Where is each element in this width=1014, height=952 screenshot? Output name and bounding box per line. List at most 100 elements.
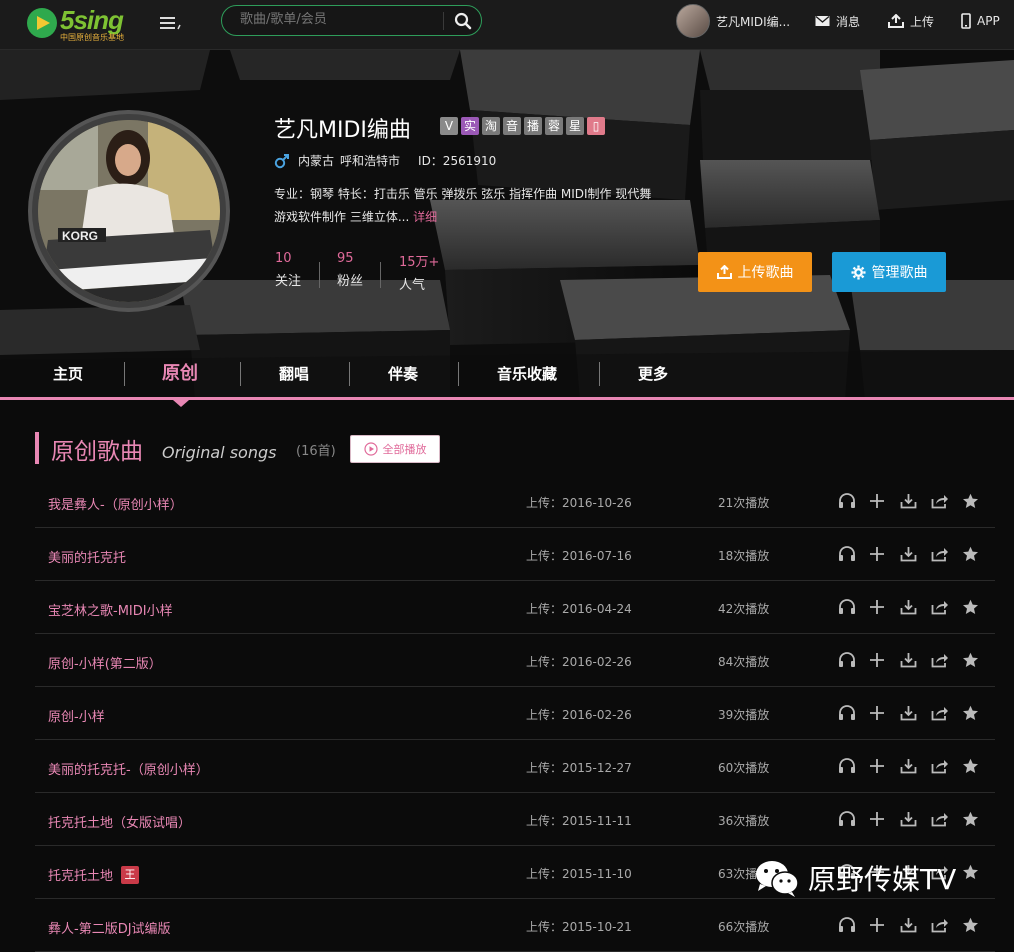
song-title-link[interactable]: 彝人-第二版DJ试编版: [48, 918, 171, 937]
song-tag: 王: [121, 865, 140, 884]
song-title-link[interactable]: 美丽的托克托-（原创小样）: [48, 759, 209, 778]
search-button[interactable]: [453, 11, 473, 31]
badge-mobile[interactable]: ▯: [587, 117, 605, 135]
tab-original[interactable]: 原创: [162, 362, 198, 400]
play-all-button[interactable]: 全部播放: [350, 435, 440, 463]
site-logo[interactable]: 5sing 中国原创音乐基地: [26, 5, 138, 42]
badge-star[interactable]: 星: [566, 117, 584, 135]
search-input[interactable]: [240, 12, 430, 27]
download-icon[interactable]: [900, 809, 931, 829]
star-icon[interactable]: [962, 809, 993, 829]
plus-icon[interactable]: [869, 703, 900, 723]
star-icon[interactable]: [962, 703, 993, 723]
share-icon[interactable]: [931, 597, 962, 617]
tab-cover[interactable]: 翻唱: [279, 362, 309, 400]
stat-fans[interactable]: 95 粉丝: [337, 251, 397, 289]
song-title-link[interactable]: 我是彝人-（原创小样）: [48, 494, 183, 513]
download-icon[interactable]: [900, 703, 931, 723]
headphones-icon[interactable]: [838, 544, 869, 564]
male-icon: [274, 153, 289, 168]
plus-icon[interactable]: [869, 491, 900, 511]
download-icon[interactable]: [900, 544, 931, 564]
song-title-link[interactable]: 美丽的托克托: [48, 547, 126, 566]
share-icon[interactable]: [931, 650, 962, 670]
badge-tao[interactable]: 淘: [482, 117, 500, 135]
profile-tabs: 主页 原创 翻唱 伴奏 音乐收藏 更多: [0, 362, 1014, 400]
star-icon[interactable]: [962, 756, 993, 776]
section-title: 原创歌曲: [51, 439, 143, 465]
song-title-link[interactable]: 托克托土地王: [48, 865, 140, 884]
popularity-label: 人气: [399, 278, 426, 293]
star-icon[interactable]: [962, 862, 993, 882]
share-icon[interactable]: [931, 491, 962, 511]
plus-icon[interactable]: [869, 650, 900, 670]
badge-rong[interactable]: 蓉: [545, 117, 563, 135]
badge-vip[interactable]: V: [440, 117, 458, 135]
logo-subtitle: 中国原创音乐基地: [60, 33, 124, 42]
song-upload-date: 上传：2015-10-21: [526, 920, 632, 934]
tab-home[interactable]: 主页: [53, 362, 83, 400]
song-title: 美丽的托克托-（原创小样）: [48, 763, 209, 778]
star-icon[interactable]: [962, 544, 993, 564]
headphones-icon[interactable]: [838, 491, 869, 511]
user-menu[interactable]: 艺凡MIDI编...: [676, 0, 790, 42]
plus-icon[interactable]: [869, 597, 900, 617]
song-title: 美丽的托克托: [48, 551, 127, 566]
headphones-icon[interactable]: [838, 809, 869, 829]
bio-more-link[interactable]: 详细: [413, 210, 437, 224]
tab-underline: [0, 397, 1014, 400]
star-icon[interactable]: [962, 491, 993, 511]
tab-accompaniment[interactable]: 伴奏: [388, 362, 418, 400]
star-icon[interactable]: [962, 597, 993, 617]
badge-music[interactable]: 音: [503, 117, 521, 135]
plus-icon[interactable]: [869, 544, 900, 564]
download-icon[interactable]: [900, 597, 931, 617]
tab-more[interactable]: 更多: [638, 362, 668, 400]
song-title-link[interactable]: 原创-小样: [48, 706, 105, 725]
song-title-link[interactable]: 原创-小样(第二版）: [48, 653, 162, 672]
tab-divider: [599, 362, 600, 386]
song-upload-date: 上传：2016-02-26: [526, 708, 632, 722]
download-icon[interactable]: [900, 491, 931, 511]
download-icon[interactable]: [900, 756, 931, 776]
gear-icon: [850, 264, 866, 280]
share-icon[interactable]: [931, 809, 962, 829]
tab-collection[interactable]: 音乐收藏: [497, 362, 557, 400]
profile-bio: 专业：钢琴 特长：打击乐 管乐 弹拨乐 弦乐 指挥作曲 MIDI制作 现代舞 游…: [274, 183, 654, 229]
song-play-count: 21次播放: [718, 496, 770, 510]
share-icon[interactable]: [931, 544, 962, 564]
headphones-icon[interactable]: [838, 915, 869, 935]
share-icon[interactable]: [931, 756, 962, 776]
upload-song-button[interactable]: 上传歌曲: [698, 252, 812, 292]
badge-verified[interactable]: 实: [461, 117, 479, 135]
fans-label: 粉丝: [337, 274, 364, 289]
profile-avatar[interactable]: KORG: [28, 110, 230, 312]
song-title-link[interactable]: 宝芝林之歌-MIDI小样: [48, 600, 173, 619]
menu-icon[interactable]: [158, 12, 184, 34]
song-actions: [838, 491, 993, 511]
download-icon[interactable]: [900, 650, 931, 670]
song-actions: [838, 597, 993, 617]
plus-icon[interactable]: [869, 756, 900, 776]
upload-link[interactable]: 上传: [888, 0, 934, 42]
app-link[interactable]: APP: [961, 0, 1000, 42]
song-row: 美丽的托克托 上传：2016-07-16 18次播放: [35, 528, 995, 581]
share-icon[interactable]: [931, 703, 962, 723]
song-title-link[interactable]: 托克托土地（女版试唱）: [48, 812, 191, 831]
top-bar: 5sing 中国原创音乐基地 艺凡MIDI编... 消息: [0, 0, 1014, 50]
share-icon[interactable]: [931, 915, 962, 935]
headphones-icon[interactable]: [838, 597, 869, 617]
manage-songs-button[interactable]: 管理歌曲: [832, 252, 946, 292]
badge-broadcast[interactable]: 播: [524, 117, 542, 135]
plus-icon[interactable]: [869, 915, 900, 935]
plus-icon[interactable]: [869, 809, 900, 829]
upload-icon: [716, 265, 732, 279]
star-icon[interactable]: [962, 915, 993, 935]
messages-link[interactable]: 消息: [815, 0, 860, 42]
headphones-icon[interactable]: [838, 650, 869, 670]
headphones-icon[interactable]: [838, 756, 869, 776]
headphones-icon[interactable]: [838, 703, 869, 723]
star-icon[interactable]: [962, 650, 993, 670]
download-icon[interactable]: [900, 915, 931, 935]
stat-follow[interactable]: 10 关注: [275, 251, 335, 289]
